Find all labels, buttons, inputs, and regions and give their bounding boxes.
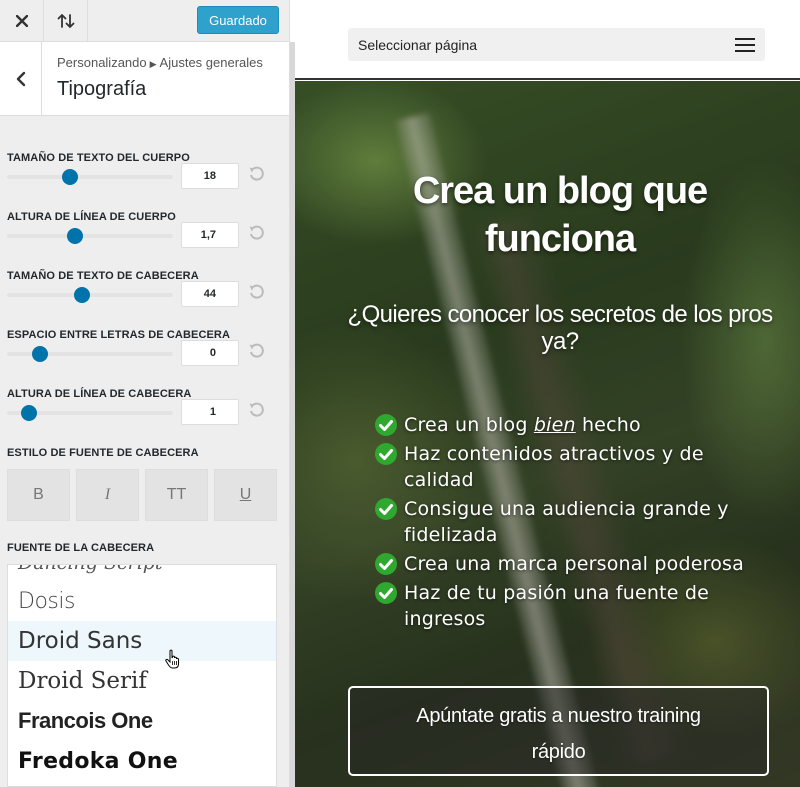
caret-right-icon: ▶ (149, 59, 157, 69)
check-circle-icon (375, 443, 397, 465)
italic-button[interactable]: I (76, 469, 139, 521)
check-circle-icon (375, 582, 397, 604)
bold-button[interactable]: B (7, 469, 70, 521)
control-label-font-family: FUENTE DE LA CABECERA (7, 542, 155, 554)
hero-section: Crea un blog que funciona ¿Quieres conoc… (295, 81, 800, 787)
benefit-item: Crea una marca personal poderosa (374, 551, 774, 577)
value-box-body-size[interactable]: 18 (181, 163, 239, 189)
section-header: Personalizando ▶ Ajustes generales Tipogra… (0, 42, 289, 116)
slider-heading-letter-spacing[interactable] (7, 346, 173, 362)
slider-body-size[interactable] (7, 169, 173, 185)
underline-button[interactable]: U (214, 469, 277, 521)
font-family-list[interactable]: Dancing Script Dosis Droid Sans Droid Se… (7, 564, 277, 787)
slider-thumb[interactable] (20, 405, 37, 421)
chevron-left-icon (16, 71, 25, 87)
section-title: Tipografía (57, 78, 147, 100)
preview-header: Seleccionar página (295, 0, 800, 80)
hero-subtitle: ¿Quieres conocer los secretos de los pro… (347, 301, 774, 355)
check-circle-icon (375, 498, 397, 520)
close-button[interactable] (0, 0, 44, 41)
reset-icon[interactable] (248, 343, 264, 359)
font-option-fredoka-one[interactable]: Fredoka One (8, 741, 276, 781)
site-preview: Seleccionar página Crea un blog que func… (295, 0, 800, 787)
control-label-heading-size: TAMAÑO DE TEXTO DE CABECERA (7, 270, 199, 282)
benefit-text-emphasis: bien (533, 414, 576, 436)
benefit-text: Haz contenidos atractivos y de calidad (404, 443, 704, 491)
signup-button[interactable]: Apúntate gratis a nuestro training rápid… (348, 686, 769, 776)
value-box-heading-size[interactable]: 44 (181, 281, 239, 307)
customizer-sidebar: Guardado Personalizando ▶ Ajustes generale… (0, 0, 290, 787)
back-button[interactable] (0, 42, 42, 116)
benefit-text: Haz de tu pasión una fuente de ingresos (404, 582, 710, 630)
slider-heading-line-height[interactable] (7, 405, 173, 421)
slider-body-line-height[interactable] (7, 228, 173, 244)
benefit-text: Crea una marca personal poderosa (404, 553, 744, 575)
benefit-text-part: Crea un blog (404, 414, 534, 436)
font-option-francois-one[interactable]: Francois One (8, 701, 276, 741)
check-circle-icon (375, 553, 397, 575)
check-circle-icon (375, 414, 397, 436)
slider-thumb[interactable] (67, 228, 84, 244)
benefit-text-part: hecho (575, 414, 641, 436)
hamburger-menu-icon[interactable] (735, 38, 755, 52)
slider-heading-size[interactable] (7, 287, 173, 303)
page-select-label: Seleccionar página (358, 37, 478, 53)
reset-icon[interactable] (248, 166, 264, 182)
customizer-topbar: Guardado (0, 0, 289, 42)
slider-thumb[interactable] (73, 287, 90, 303)
benefit-item: Haz contenidos atractivos y de calidad (374, 441, 774, 493)
sort-arrows-icon (57, 13, 74, 28)
signup-button-line: rápido (531, 741, 586, 763)
signup-button-line: Apúntate gratis a nuestro training (416, 705, 701, 727)
close-icon (15, 14, 28, 27)
reset-icon[interactable] (248, 284, 264, 300)
control-label-heading-line-height: ALTURA DE LÍNEA DE CABECERA (7, 388, 192, 400)
breadcrumb-current: Ajustes generales (159, 55, 263, 70)
hero-title-line: funciona (484, 218, 636, 260)
value-box-heading-letter-spacing[interactable]: 0 (181, 340, 239, 366)
hand-cursor-icon (165, 649, 179, 669)
font-option-droid-sans[interactable]: Droid Sans (8, 621, 276, 661)
benefit-item: Crea un blog bien hecho (374, 412, 774, 438)
hero-title-line: Crea un blog que (412, 170, 708, 212)
breadcrumb-parent: Personalizando (57, 55, 147, 70)
hero-title: Crea un blog que funciona (295, 167, 800, 263)
uppercase-button[interactable]: TT (145, 469, 208, 521)
benefit-text: Consigue una audiencia grande y fideliza… (404, 498, 729, 546)
slider-thumb[interactable] (32, 346, 49, 362)
control-label-body-size: TAMAÑO DE TEXTO DEL CUERPO (7, 152, 190, 164)
control-label-body-line-height: ALTURA DE LÍNEA DE CUERPO (7, 211, 176, 223)
page-select-menu[interactable]: Seleccionar página (348, 28, 765, 61)
font-option-dosis[interactable]: Dosis (8, 581, 276, 621)
control-label-font-style: ESTILO DE FUENTE DE CABECERA (7, 447, 199, 459)
sort-arrows-button[interactable] (44, 0, 88, 41)
breadcrumb: Personalizando ▶ Ajustes generales (57, 55, 263, 70)
benefit-item: Haz de tu pasión una fuente de ingresos (374, 580, 774, 632)
save-button[interactable]: Guardado (197, 6, 279, 34)
reset-icon[interactable] (248, 402, 264, 418)
benefit-item: Consigue una audiencia grande y fideliza… (374, 496, 774, 548)
reset-icon[interactable] (248, 225, 264, 241)
font-option-droid-serif[interactable]: Droid Serif (8, 661, 276, 701)
benefit-text: Crea un blog bien hecho (404, 412, 641, 438)
slider-thumb[interactable] (62, 169, 79, 185)
value-box-body-line-height[interactable]: 1,7 (181, 222, 239, 248)
value-box-heading-line-height[interactable]: 1 (181, 399, 239, 425)
